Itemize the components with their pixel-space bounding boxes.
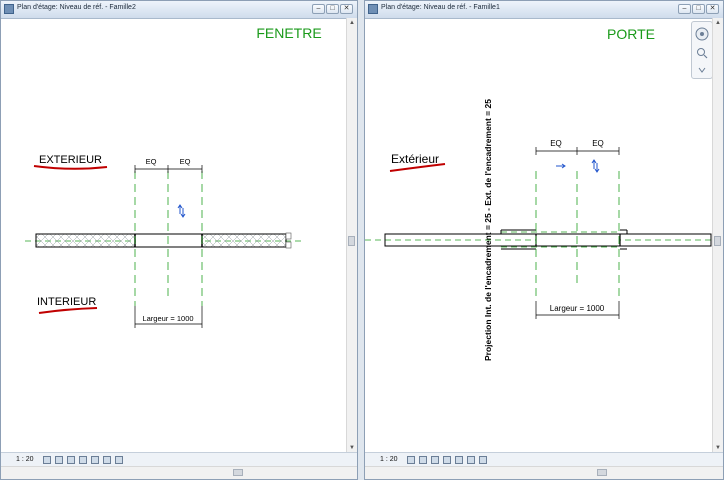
right-heading: PORTE [607, 26, 655, 42]
wall-end-grip-top[interactable] [285, 232, 292, 240]
shadows-icon[interactable] [443, 456, 451, 464]
shadows-icon[interactable] [79, 456, 87, 464]
navigation-bar [691, 21, 713, 79]
right-view-control-bar: 1 : 20 [365, 452, 723, 467]
eq-label-2: EQ [592, 139, 604, 148]
reveal-icon[interactable] [115, 456, 123, 464]
right-vertical-scrollbar[interactable]: ▲ ▼ [712, 18, 723, 453]
flip-arrow-icon[interactable] [177, 204, 186, 218]
crop-icon[interactable] [91, 456, 99, 464]
right-horizontal-scrollbar[interactable] [365, 466, 723, 479]
detail-level-icon[interactable] [407, 456, 415, 464]
flip-arrow-icon[interactable] [591, 159, 600, 173]
visual-style-icon[interactable] [55, 456, 63, 464]
exterior-label: EXTERIEUR [39, 154, 102, 166]
hide-isolate-icon[interactable] [103, 456, 111, 464]
left-view-window: Plan d'étage: Niveau de réf. - Famille2 … [0, 0, 358, 480]
sun-path-icon[interactable] [431, 456, 439, 464]
eq-label-1: EQ [550, 139, 562, 148]
view-control-icon[interactable] [698, 67, 706, 73]
detail-level-icon[interactable] [43, 456, 51, 464]
interior-label: INTERIEUR [37, 296, 96, 308]
flip-arrow-icon[interactable] [556, 163, 566, 169]
left-scale[interactable]: 1 : 20 [16, 456, 34, 463]
width-label: Largeur = 1000 [142, 314, 193, 323]
left-drawing-canvas[interactable]: FENETRE EXTERIEUR INTERIEUR EQ EQ Largeu… [1, 1, 359, 461]
steering-wheel-icon[interactable] [695, 27, 709, 41]
wall-end-grip-bottom[interactable] [285, 241, 292, 249]
right-drawing-canvas[interactable]: PORTE Extérieur Projection Int. de l'enc… [365, 1, 724, 461]
left-vertical-scrollbar[interactable]: ▲ ▼ [346, 18, 357, 453]
left-heading: FENETRE [256, 25, 321, 41]
left-horizontal-scrollbar[interactable] [1, 466, 357, 479]
crop-icon[interactable] [455, 456, 463, 464]
right-view-window: Plan d'étage: Niveau de réf. - Famille1 … [364, 0, 724, 480]
right-scale[interactable]: 1 : 20 [380, 456, 398, 463]
window-opening [136, 234, 201, 247]
eq-label-2: EQ [180, 157, 191, 166]
exterior-label: Extérieur [391, 152, 439, 166]
visual-style-icon[interactable] [419, 456, 427, 464]
reveal-icon[interactable] [479, 456, 487, 464]
width-label: Largeur = 1000 [550, 304, 605, 313]
left-view-control-bar: 1 : 20 [1, 452, 357, 467]
interior-underline [38, 307, 98, 314]
zoom-icon[interactable] [697, 48, 708, 59]
hide-isolate-icon[interactable] [467, 456, 475, 464]
sun-path-icon[interactable] [67, 456, 75, 464]
frame-projection-label: Projection Int. de l'encadrement = 25 - … [483, 99, 493, 361]
eq-label-1: EQ [146, 157, 157, 166]
exterior-underline [33, 165, 108, 170]
